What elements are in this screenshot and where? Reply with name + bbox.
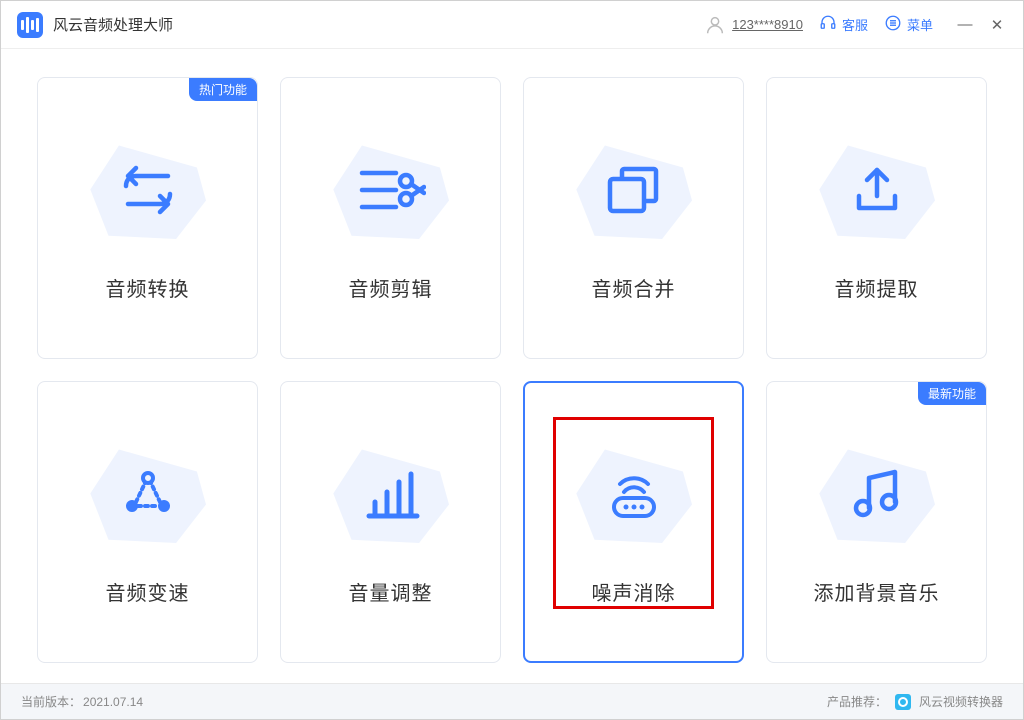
- app-title: 风云音频处理大师: [53, 14, 173, 35]
- feature-grid: 热门功能 音频转换 音频剪辑 音频合并: [1, 49, 1023, 683]
- card-label: 音频变速: [106, 577, 190, 606]
- avatar-icon: [704, 14, 726, 36]
- card-label: 添加背景音乐: [814, 577, 940, 606]
- card-label: 音频剪辑: [349, 273, 433, 302]
- version-label: 当前版本：: [21, 693, 81, 710]
- merge-icon: [569, 135, 699, 245]
- minimize-button[interactable]: —: [955, 15, 975, 35]
- noise-icon: [569, 439, 699, 549]
- card-volume-adjust[interactable]: 音量调整: [280, 381, 501, 663]
- card-label: 噪声消除: [592, 577, 676, 606]
- app-logo-icon: [17, 12, 43, 38]
- cut-icon: [326, 135, 456, 245]
- music-icon: [812, 439, 942, 549]
- card-label: 音量调整: [349, 577, 433, 606]
- card-noise-remove[interactable]: 噪声消除: [523, 381, 744, 663]
- product-recommend-link[interactable]: 产品推荐： 风云视频转换器: [827, 693, 1003, 710]
- extract-icon: [812, 135, 942, 245]
- headset-icon: [819, 14, 837, 35]
- new-badge: 最新功能: [918, 382, 986, 405]
- support-link[interactable]: 客服: [819, 14, 868, 35]
- close-button[interactable]: ✕: [987, 15, 1007, 35]
- card-audio-extract[interactable]: 音频提取: [766, 77, 987, 359]
- card-add-bgm[interactable]: 最新功能 添加背景音乐: [766, 381, 987, 663]
- menu-icon: [884, 14, 902, 35]
- card-audio-cut[interactable]: 音频剪辑: [280, 77, 501, 359]
- card-label: 音频转换: [106, 273, 190, 302]
- recommend-label: 产品推荐：: [827, 693, 887, 710]
- card-label: 音频合并: [592, 273, 676, 302]
- recommend-logo-icon: [895, 694, 911, 710]
- footer: 当前版本： 2021.07.14 产品推荐： 风云视频转换器: [1, 683, 1023, 719]
- volume-icon: [326, 439, 456, 549]
- speed-icon: [83, 439, 213, 549]
- card-audio-merge[interactable]: 音频合并: [523, 77, 744, 359]
- convert-icon: [83, 135, 213, 245]
- version-value: 2021.07.14: [83, 695, 143, 709]
- recommend-product: 风云视频转换器: [919, 693, 1003, 710]
- user-account-link[interactable]: 123****8910: [704, 14, 803, 36]
- hot-badge: 热门功能: [189, 78, 257, 101]
- card-audio-speed[interactable]: 音频变速: [37, 381, 258, 663]
- menu-link[interactable]: 菜单: [884, 14, 933, 35]
- card-label: 音频提取: [835, 273, 919, 302]
- titlebar: 风云音频处理大师 123****8910 客服 菜单 — ✕: [1, 1, 1023, 49]
- card-audio-convert[interactable]: 热门功能 音频转换: [37, 77, 258, 359]
- username: 123****8910: [732, 17, 803, 32]
